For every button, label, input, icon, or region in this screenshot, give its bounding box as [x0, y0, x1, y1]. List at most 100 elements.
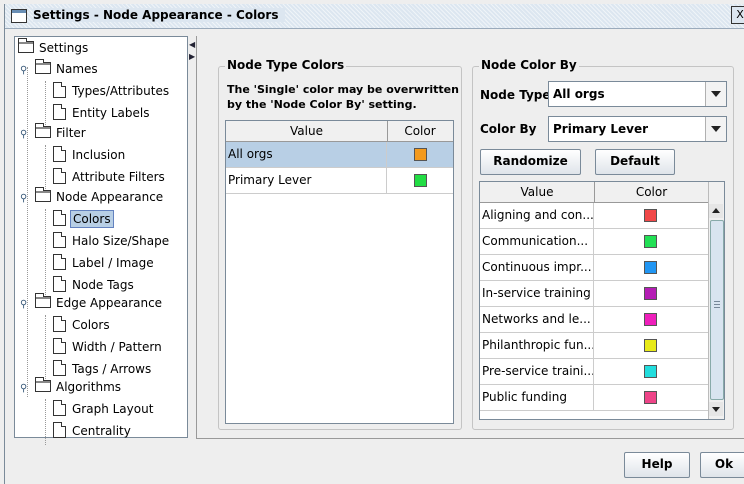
color-swatch[interactable]	[644, 313, 657, 326]
title-bar[interactable]: Settings - Node Appearance - Colors X	[5, 4, 744, 29]
color-swatch[interactable]	[414, 148, 427, 161]
chevron-down-icon[interactable]	[705, 117, 726, 141]
page-icon	[53, 316, 66, 332]
color-swatch[interactable]	[644, 287, 657, 300]
collapse-toggle-icon[interactable]: ⚲	[20, 129, 27, 140]
tree-item-algorithms[interactable]: Algorithms	[35, 377, 123, 397]
color-cell[interactable]	[595, 281, 710, 306]
page-icon	[53, 146, 66, 162]
color-swatch[interactable]	[414, 174, 427, 187]
folder-icon	[35, 123, 51, 138]
chevron-down-icon[interactable]	[705, 82, 726, 106]
page-icon	[53, 168, 66, 184]
scrollbar-thumb[interactable]	[710, 220, 724, 400]
color-swatch[interactable]	[644, 365, 657, 378]
vertical-scrollbar[interactable]	[708, 182, 724, 419]
randomize-button[interactable]: Randomize	[480, 149, 581, 175]
split-pane-divider[interactable]: ◀ ▶	[188, 36, 196, 438]
tree-line	[45, 81, 46, 127]
color-by-selected-value: Primary Lever	[553, 122, 649, 136]
grip-line	[714, 301, 720, 302]
table-row[interactable]: In-service training	[480, 281, 708, 307]
settings-tree[interactable]: Settings ⚲ Names Types/Attributes Entity…	[14, 36, 188, 445]
tree-item-graph-layout[interactable]: Graph Layout	[53, 399, 155, 419]
tree-item-node-tags[interactable]: Node Tags	[53, 275, 136, 295]
value-cell: Pre-service traini...	[480, 359, 594, 384]
folder-icon	[35, 59, 51, 74]
value-cell: Primary Lever	[226, 168, 387, 193]
color-swatch[interactable]	[644, 261, 657, 274]
collapse-toggle-icon[interactable]: ⚲	[20, 65, 27, 76]
close-icon[interactable]: X	[731, 6, 744, 24]
tree-line	[45, 145, 46, 191]
color-cell[interactable]	[595, 229, 710, 254]
column-header-value[interactable]: Value	[480, 182, 595, 202]
collapse-toggle-icon[interactable]: ⚲	[20, 299, 27, 310]
table-row[interactable]: Aligning and con...	[480, 203, 708, 229]
column-header-color[interactable]: Color	[388, 121, 452, 141]
tree-line	[45, 209, 46, 299]
description-line: The 'Single' color may be overwritten	[227, 83, 459, 96]
node-color-by-table[interactable]: Value Color Aligning and con... Communica…	[479, 181, 725, 420]
color-cell[interactable]	[388, 168, 454, 193]
table-row[interactable]: Networks and le...	[480, 307, 708, 333]
color-swatch[interactable]	[644, 209, 657, 222]
table-row[interactable]: Communication...	[480, 229, 708, 255]
table-row[interactable]: Philanthropic fun...	[480, 333, 708, 359]
collapse-toggle-icon[interactable]: ⚲	[20, 193, 27, 204]
node-type-select[interactable]: All orgs	[548, 81, 727, 107]
column-header-value[interactable]: Value	[226, 121, 388, 141]
table-row[interactable]: Continuous impr...	[480, 255, 708, 281]
tree-item-entity-labels[interactable]: Entity Labels	[53, 103, 151, 123]
table-row[interactable]: All orgs	[226, 142, 453, 168]
column-header-color[interactable]: Color	[595, 182, 708, 202]
table-row[interactable]: Public funding	[480, 385, 708, 411]
table-row[interactable]: Pre-service traini...	[480, 359, 708, 385]
table-header: Value Color	[480, 182, 708, 203]
expand-right-arrow-icon[interactable]: ▶	[189, 52, 195, 61]
tree-item-centrality[interactable]: Centrality	[53, 421, 133, 441]
tree-item-tags-arrows[interactable]: Tags / Arrows	[53, 359, 153, 379]
tree-item-names[interactable]: Names	[35, 59, 100, 79]
node-type-colors-table[interactable]: Value Color All orgs Primary Lever	[225, 120, 454, 424]
page-icon	[53, 422, 66, 438]
collapse-toggle-icon[interactable]: ⚲	[20, 383, 27, 394]
collapse-left-arrow-icon[interactable]: ◀	[189, 40, 195, 49]
tree-item-width-pattern[interactable]: Width / Pattern	[53, 337, 164, 357]
page-icon	[53, 400, 66, 416]
tree-item-filter[interactable]: Filter	[35, 123, 88, 143]
tree-item-label-image[interactable]: Label / Image	[53, 253, 156, 273]
color-cell[interactable]	[595, 203, 710, 228]
tree-line	[45, 399, 46, 445]
tree-item-inclusion[interactable]: Inclusion	[53, 145, 127, 165]
tree-item-types-attributes[interactable]: Types/Attributes	[53, 81, 171, 101]
color-cell[interactable]	[595, 385, 710, 410]
color-swatch[interactable]	[644, 235, 657, 248]
value-cell: Public funding	[480, 385, 594, 410]
color-cell[interactable]	[595, 359, 710, 384]
color-cell[interactable]	[595, 307, 710, 332]
color-swatch[interactable]	[644, 391, 657, 404]
tree-item-attribute-filters[interactable]: Attribute Filters	[53, 167, 167, 187]
table-row[interactable]: Primary Lever	[226, 168, 453, 194]
tree-item-edge-appearance[interactable]: Edge Appearance	[35, 293, 164, 313]
tree-item-halo-size-shape[interactable]: Halo Size/Shape	[53, 231, 171, 251]
color-by-select[interactable]: Primary Lever	[548, 116, 727, 142]
scroll-up-arrow-icon[interactable]	[709, 204, 723, 218]
tree-item-edge-colors[interactable]: Colors	[53, 315, 112, 335]
color-cell[interactable]	[595, 255, 710, 280]
color-cell[interactable]	[595, 333, 710, 358]
help-button[interactable]: Help	[624, 452, 690, 478]
ok-button[interactable]: Ok	[700, 452, 744, 478]
tree-root-settings[interactable]: Settings	[18, 38, 90, 58]
value-cell: All orgs	[226, 142, 387, 167]
tree-item-colors[interactable]: Colors	[53, 209, 114, 229]
page-icon	[53, 254, 66, 270]
scroll-down-arrow-icon[interactable]	[709, 402, 723, 416]
tree-item-node-appearance[interactable]: Node Appearance	[35, 187, 165, 207]
grip-line	[714, 307, 720, 308]
default-button[interactable]: Default	[595, 149, 675, 175]
folder-icon	[18, 38, 34, 53]
color-swatch[interactable]	[644, 339, 657, 352]
color-cell[interactable]	[388, 142, 454, 167]
